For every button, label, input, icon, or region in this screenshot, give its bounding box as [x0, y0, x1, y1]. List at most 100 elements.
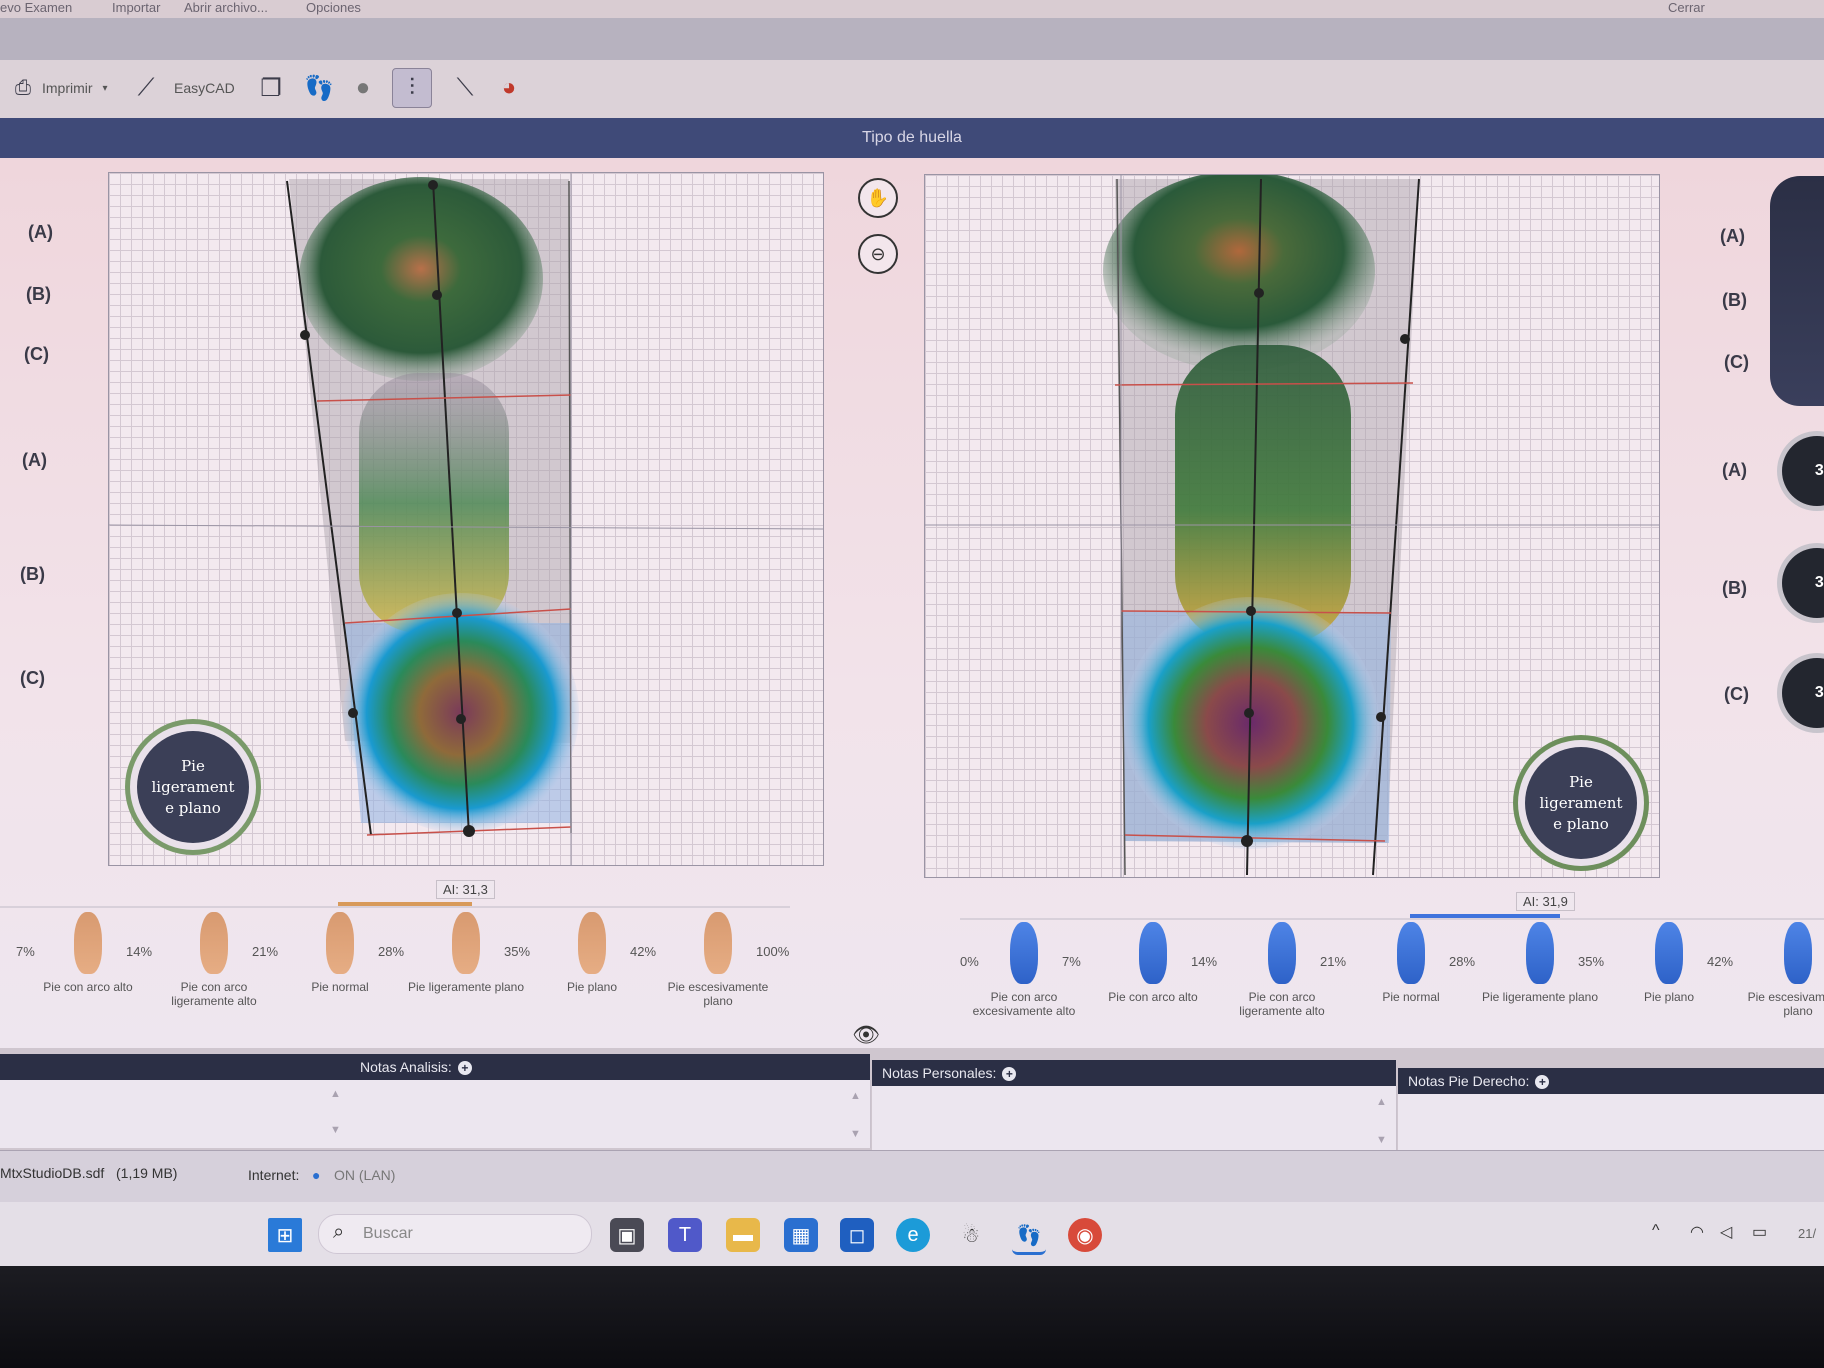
insole-tool-button[interactable]: ⟍ — [446, 68, 484, 108]
sphere-icon: ● — [355, 74, 371, 101]
insole-tool-icon: ⟍ — [456, 74, 474, 101]
eye-icon[interactable]: 👁 — [852, 1022, 880, 1048]
foot-type-percentage: 35% — [504, 944, 531, 959]
foot-sole-icon — [200, 912, 228, 974]
file-explorer-icon[interactable]: ▬ — [726, 1218, 760, 1252]
foot-type-label: Pie plano — [1643, 990, 1695, 1004]
notes-analisis-header[interactable]: Notas Analisis: + — [350, 1054, 870, 1080]
globe-icon: ● — [312, 1167, 321, 1183]
scroll-up-icon[interactable]: ▲ — [330, 1088, 341, 1100]
foot-type-label: Pie con arco ligeramente alto — [1239, 990, 1325, 1018]
chrome-icon[interactable]: ◉ — [1068, 1218, 1102, 1252]
foot-type-button[interactable]: ⫶ — [392, 68, 432, 108]
foot-sole-icon — [1784, 922, 1812, 984]
foot-sole-icon — [452, 912, 480, 974]
foot-sole-icon — [1655, 922, 1683, 984]
db-file-name: MtxStudioDB.sdf — [0, 1165, 105, 1181]
menu-item-importar[interactable]: Importar — [112, 0, 160, 15]
foot-sole-icon — [1397, 922, 1425, 984]
clock[interactable]: 21/ — [1798, 1226, 1816, 1241]
foot-type-option[interactable]: Pie con arco ligeramente alto — [154, 912, 274, 1008]
foot-type-label: Pie con arco ligeramente alto — [171, 980, 257, 1008]
notes-analisis-area[interactable]: ▲ ▼ — [350, 1080, 871, 1148]
left-foot-type-badge: Pie ligerament e plano — [137, 731, 249, 843]
toolbar: ⎙ Imprimir ▾ ⟋ EasyCAD ❐ 👣 ● ⫶ ⟍ ◕ — [0, 60, 1824, 119]
window-title: Tipo de huella — [862, 129, 962, 146]
notes-personales-header[interactable]: Notas Personales: + — [872, 1060, 1396, 1086]
foot-sole-icon — [326, 912, 354, 974]
pie-chart-icon: ◕ — [501, 74, 517, 101]
wifi-icon[interactable]: ◠ — [1690, 1222, 1704, 1242]
menu-bar: evo Examen Importar Abrir archivo... Opc… — [0, 0, 1824, 18]
zoom-out-icon[interactable]: ⊖ — [858, 234, 898, 274]
scroll-up-icon[interactable]: ▲ — [1376, 1096, 1387, 1108]
chevron-up-icon[interactable]: ^ — [1652, 1222, 1660, 1240]
search-icon: ⌕ — [333, 1221, 345, 1243]
right-foot-type-badge: Pie ligerament e plano — [1525, 747, 1637, 859]
task-view-icon[interactable]: ▣ — [610, 1218, 644, 1252]
foot-type-option[interactable]: Pie escesivamente plano — [1738, 922, 1824, 1018]
notes-personales-area[interactable]: ▲ ▼ — [872, 1086, 1397, 1154]
right-ai-label: AI: 31,9 — [1516, 892, 1575, 911]
foot-sole-icon — [704, 912, 732, 974]
menu-item-cerrar[interactable]: Cerrar — [1668, 0, 1705, 15]
foot-sole-icon — [1139, 922, 1167, 984]
footprints-button[interactable]: 👣 — [300, 68, 338, 108]
left-footprint-panel[interactable]: Pie ligerament e plano — [108, 172, 824, 866]
foot-type-option[interactable]: Pie con arco ligeramente alto — [1222, 922, 1342, 1018]
feet-comparison-icon: ⫶ — [392, 68, 432, 108]
foot-type-percentage: 7% — [1062, 954, 1081, 969]
zoom-hand-icon[interactable]: ✋ — [858, 178, 898, 218]
footprint-app-icon[interactable]: 👣 — [1012, 1218, 1046, 1255]
teams-icon[interactable]: T — [668, 1218, 702, 1252]
menu-item-nuevo-examen[interactable]: evo Examen — [0, 0, 72, 15]
add-note-pie-derecho-icon[interactable]: + — [1535, 1075, 1550, 1089]
foot-type-label: Pie con arco excesivamente alto — [972, 990, 1076, 1018]
foot-sole-icon — [1526, 922, 1554, 984]
foot-type-option[interactable]: Pie escesivamente plano — [658, 912, 778, 1008]
notes-left-header — [0, 1054, 350, 1080]
right-zone-label-b: (B) — [1722, 290, 1747, 310]
easycad-button[interactable]: ⟋ EasyCAD — [118, 68, 235, 108]
volume-icon[interactable]: ◁ — [1720, 1222, 1732, 1242]
store-icon[interactable]: ▦ — [784, 1218, 818, 1252]
menu-item-abrir-archivo[interactable]: Abrir archivo... — [184, 0, 268, 15]
add-note-analisis-icon[interactable]: + — [457, 1061, 472, 1075]
left-zone-label-b2: (B) — [20, 564, 45, 584]
edge-icon[interactable]: e — [896, 1218, 930, 1252]
menu-item-opciones[interactable]: Opciones — [306, 0, 361, 15]
scroll-down-icon[interactable]: ▼ — [330, 1124, 341, 1136]
windows-start-icon[interactable]: ⊞ — [268, 1218, 302, 1252]
notes-pie-derecho-label: Notas Pie Derecho: — [1408, 1073, 1530, 1089]
foot-sole-icon — [1268, 922, 1296, 984]
scroll-down-icon[interactable]: ▼ — [850, 1128, 861, 1140]
foot-type-percentage: 42% — [630, 944, 657, 959]
chart-button[interactable]: ◕ — [490, 68, 528, 108]
window-title-bar: Tipo de huella — [0, 118, 1824, 158]
right-footprint-panel[interactable]: Pie ligerament e plano — [924, 174, 1660, 878]
foot-type-label: Pie con arco alto — [1108, 990, 1198, 1004]
add-note-personales-icon[interactable]: + — [1002, 1067, 1017, 1081]
notes-pie-derecho-header[interactable]: Notas Pie Derecho: + — [1398, 1068, 1824, 1094]
foot-type-option[interactable]: Pie con arco excesivamente alto — [964, 922, 1084, 1018]
app-character-icon[interactable]: ☃ — [954, 1218, 988, 1252]
foot-type-label: Pie normal — [1382, 990, 1440, 1004]
left-badge-line-3: e plano — [165, 798, 221, 817]
sphere-button[interactable]: ● — [344, 68, 382, 108]
notes-left-area[interactable]: ▲ ▼ — [0, 1080, 351, 1148]
internet-status: ON (LAN) — [334, 1167, 396, 1183]
foot-sole-icon — [578, 912, 606, 974]
foot-type-percentage: 14% — [1191, 954, 1218, 969]
right-badge-line-2: ligerament — [1539, 793, 1623, 812]
foot-type-label: Pie ligeramente plano — [407, 980, 525, 994]
app-blue-icon[interactable]: ◻ — [840, 1218, 874, 1252]
print-button[interactable]: ⎙ Imprimir ▾ — [4, 68, 108, 108]
scroll-down-icon[interactable]: ▼ — [1376, 1134, 1387, 1146]
scroll-up-icon[interactable]: ▲ — [850, 1090, 861, 1102]
left-zone-label-c2: (C) — [20, 668, 45, 688]
battery-icon[interactable]: ▭ — [1752, 1222, 1767, 1242]
taskbar-search[interactable]: ⌕ Buscar — [318, 1214, 592, 1254]
left-scale-track — [0, 906, 790, 908]
foot-type-percentage: 14% — [126, 944, 153, 959]
copy-button[interactable]: ❐ — [252, 68, 290, 108]
